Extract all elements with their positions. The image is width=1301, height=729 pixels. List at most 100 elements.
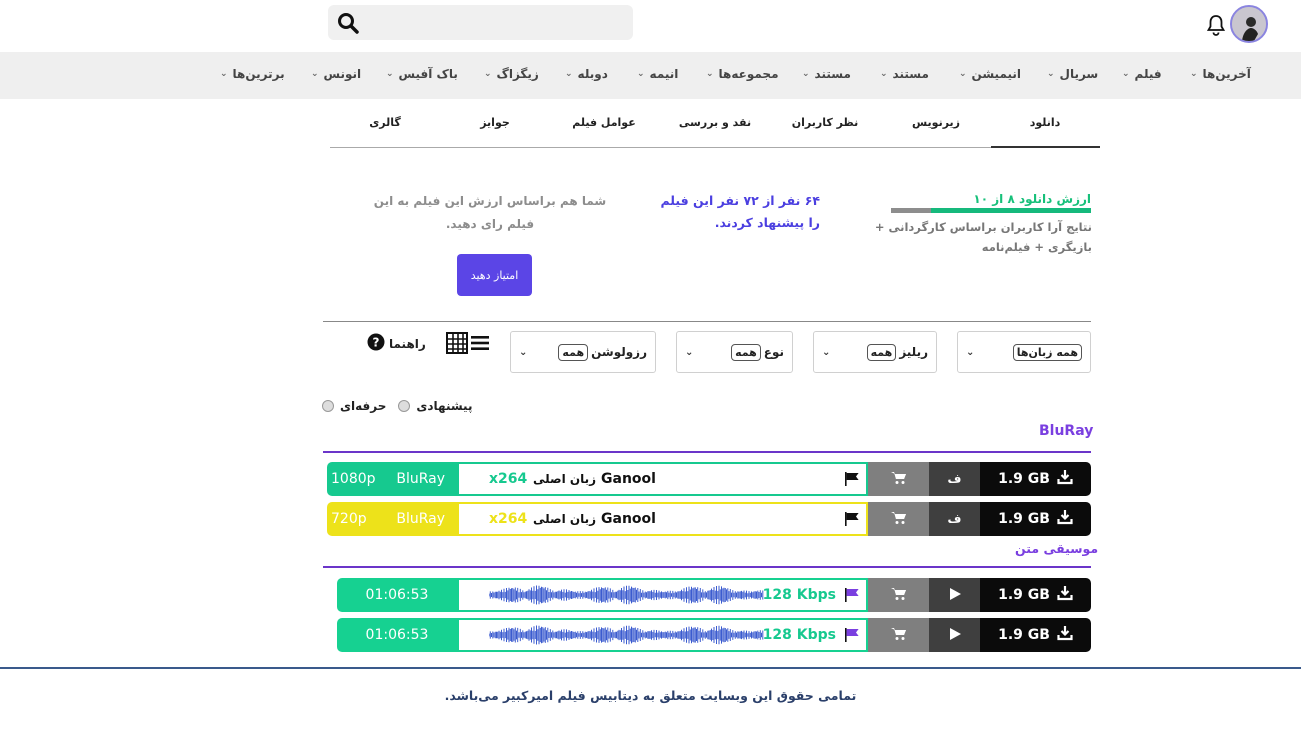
radio-suggested-label: پیشنهادی [416,399,473,413]
cart-icon [890,586,907,605]
cart-button[interactable] [868,578,929,612]
release-group: Ganool [601,511,656,527]
nav-item-label: زیگزاگ [496,67,539,81]
nav-item-label: دوبله [577,67,608,81]
soundtrack-row: 1.9 GB 128 Kbps 01:06:53 [324,618,1091,652]
file-size: 1.9 GB [998,627,1050,643]
radio-suggested[interactable] [398,400,411,412]
chevron-down-icon: ⌄ [685,346,694,358]
radio-pro[interactable] [322,400,334,412]
help-label: راهنما [389,336,426,351]
search-icon[interactable] [337,12,359,38]
download-button[interactable]: 1.9 GB [980,578,1091,612]
nav-item-trailers[interactable]: ⌄ انونس [311,67,361,81]
chevron-down-icon: ⌄ [959,69,967,79]
subtitle-button[interactable]: ف [929,502,980,536]
tab-awards[interactable]: جوایز [480,116,510,129]
chevron-down-icon: ⌄ [802,69,810,79]
duration-badge: 01:06:53 [337,618,457,652]
cart-button[interactable] [868,618,929,652]
download-button[interactable]: 1.9 GB [980,502,1091,536]
grid-view-icon[interactable] [446,332,468,358]
file-size: 1.9 GB [998,587,1050,603]
tab-active-indicator [991,146,1100,148]
play-button[interactable] [929,578,980,612]
release-info: Ganool زبان اصلی x264 [457,462,868,496]
nav-item-latest[interactable]: ⌄ آخرین‌ها [1190,67,1251,81]
resolution-label: 1080p [331,471,376,487]
type-filter[interactable]: نوع همه ⌄ [676,331,793,373]
cart-icon [890,470,907,489]
nav-item-label: باک آفیس [398,67,458,81]
source-label: BluRay [396,511,445,527]
flag-icon [844,504,860,534]
avatar[interactable] [1230,5,1268,43]
svg-text:?: ? [373,336,380,350]
nav-item-box-office[interactable]: ⌄ باک آفیس [386,67,458,81]
download-button[interactable]: 1.9 GB [980,462,1091,496]
nav-item-documentary[interactable]: ⌄ مستند [880,67,929,81]
subtitle-label: ف [947,512,962,526]
search-input[interactable] [328,5,633,40]
tabs-divider [330,147,1100,148]
tab-download[interactable]: دانلود [1030,116,1061,129]
tab-cast-crew[interactable]: عوامل فیلم [572,116,635,129]
tab-gallery[interactable]: گالری [369,116,401,129]
rate-button[interactable]: امتیاز دهید [457,254,532,296]
release-info: Ganool زبان اصلی x264 [457,502,868,536]
cart-button[interactable] [868,462,929,496]
nav-item-label: انیمه [649,67,679,81]
bell-icon[interactable] [1204,13,1228,41]
filters-divider [323,321,1091,322]
tab-subtitles[interactable]: زیرنویس [912,116,960,129]
section-title-bluray: BluRay [1039,423,1094,439]
track-info: 128 Kbps [457,618,868,652]
nav-item-label: انیمیشن [971,67,1022,81]
nav-item-zigzag[interactable]: ⌄ زیگزاگ [484,67,539,81]
release-filter[interactable]: ریلیز همه ⌄ [813,331,937,373]
release-group: Ganool [601,471,656,487]
play-button[interactable] [929,618,980,652]
quality-badge: 1080p BluRay [327,462,457,496]
nav-item-anime[interactable]: ⌄ انیمه [637,67,678,81]
footer-divider [0,667,1301,669]
vote-prompt: شما هم براساس ارزش این فیلم به این فیلم … [373,194,607,231]
nav-item-label: مجموعه‌ها [718,67,779,81]
nav-item-documentary-2[interactable]: ⌄ مستند [802,67,851,81]
chevron-down-icon: ⌄ [220,69,228,79]
tab-critique[interactable]: نقد و بررسی [679,116,751,129]
nav-item-dubbed[interactable]: ⌄ دوبله [565,67,608,81]
download-button[interactable]: 1.9 GB [980,618,1091,652]
bitrate-label: 128 Kbps [762,627,836,643]
language-filter[interactable]: همه زبان‌ها ⌄ [957,331,1091,373]
bitrate-label: 128 Kbps [762,587,836,603]
mode-radios: پیشنهادی حرفه‌ای [322,399,472,413]
codec-label: x264 [489,471,528,487]
nav-item-top-rated[interactable]: ⌄ برترین‌ها [220,67,285,81]
nav-item-animation[interactable]: ⌄ انیمیشن [959,67,1021,81]
soundtrack-row: 1.9 GB 128 Kbps 01:06:53 [324,578,1091,612]
release-filter-value: همه [866,343,897,361]
resolution-filter[interactable]: رزولوشن همه ⌄ [510,331,656,373]
download-icon [1057,625,1073,645]
play-icon [948,587,962,604]
quality-badge: 720p BluRay [327,502,457,536]
list-view-icon[interactable] [470,333,490,357]
help-link[interactable]: راهنما ? [367,333,426,354]
nav-item-collections[interactable]: ⌄ مجموعه‌ها [706,67,779,81]
chevron-down-icon: ⌄ [637,69,645,79]
download-icon [1057,585,1073,605]
waveform [489,580,764,610]
duration-label: 01:06:53 [365,627,429,643]
nav-item-movies[interactable]: ⌄ فیلم [1122,67,1162,81]
section-divider [323,451,1091,453]
cart-button[interactable] [868,502,929,536]
nav-item-series[interactable]: ⌄ سریال [1047,67,1098,81]
chevron-down-icon: ⌄ [1190,69,1198,79]
section-title-music: موسیقی متن [1015,541,1099,556]
chevron-down-icon: ⌄ [484,69,492,79]
nav-item-label: فیلم [1134,67,1162,81]
tab-user-reviews[interactable]: نظر کاربران [792,116,859,129]
subtitle-button[interactable]: ف [929,462,980,496]
nav-item-label: انونس [323,67,362,81]
